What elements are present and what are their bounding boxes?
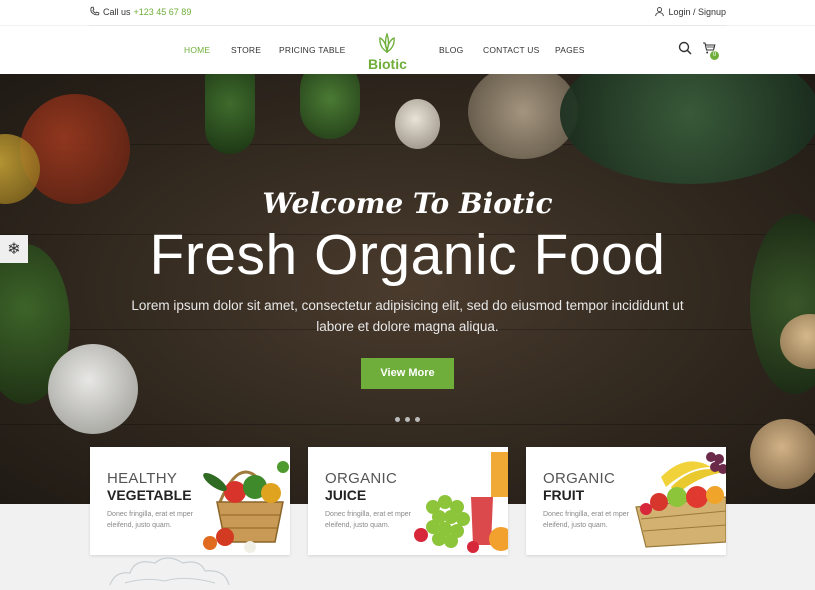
view-more-button[interactable]: View More xyxy=(361,358,454,389)
slider-dots xyxy=(395,417,420,422)
search-icon[interactable] xyxy=(678,41,692,55)
hero-title: Fresh Organic Food xyxy=(149,223,666,287)
login-signup-link[interactable]: Login / Signup xyxy=(654,6,726,17)
onion-image xyxy=(395,99,440,149)
card-text: Donec fringilla, erat et mper eleifend, … xyxy=(325,511,411,529)
nav-store[interactable]: STORE xyxy=(231,45,261,55)
nav-blog[interactable]: BLOG xyxy=(439,45,463,55)
phone-icon xyxy=(90,6,100,16)
card-text: Donec fringilla, erat et mper eleifend, … xyxy=(543,511,629,529)
nav-home[interactable]: HOME xyxy=(184,45,210,55)
card-title-bold: JUICE xyxy=(325,487,367,503)
cucumber-image xyxy=(205,74,255,154)
category-card-fruit[interactable]: ORGANIC FRUIT Donec fringilla, erat et m… xyxy=(526,447,726,555)
card-text: Donec fringilla, erat et mper eleifend, … xyxy=(107,511,193,529)
wood-plank-line xyxy=(0,424,815,425)
juice-grapes-image xyxy=(414,452,508,553)
top-bar: Call us +123 45 67 89 Login / Signup xyxy=(0,0,815,26)
slider-dot[interactable] xyxy=(415,417,420,422)
pepper-image xyxy=(300,74,360,139)
cart-count-badge: 0 xyxy=(710,51,719,60)
hero-subtitle: Welcome To Biotic xyxy=(262,187,553,220)
logo-text: Biotic xyxy=(368,56,407,72)
kale-image xyxy=(560,74,815,184)
slider-dot[interactable] xyxy=(395,417,400,422)
call-us: Call us +123 45 67 89 xyxy=(89,6,191,17)
card-title-bold: VEGETABLE xyxy=(107,487,192,503)
card-title-light: ORGANIC xyxy=(325,470,398,487)
slider-dot[interactable] xyxy=(405,417,410,422)
garlic-image xyxy=(48,344,138,434)
login-label: Login / Signup xyxy=(668,6,726,17)
potato-image-2 xyxy=(750,419,815,489)
user-icon xyxy=(655,7,665,17)
call-label: Call us xyxy=(103,6,131,17)
leaf-logo-icon xyxy=(379,32,395,54)
card-title-light: HEALTHY xyxy=(107,470,178,487)
top-bar-inner: Call us +123 45 67 89 Login / Signup xyxy=(89,0,726,26)
hero-description: Lorem ipsum dolor sit amet, consectetur … xyxy=(131,298,684,334)
category-card-juice[interactable]: ORGANIC JUICE Donec fringilla, erat et m… xyxy=(308,447,508,555)
fruit-basket-image xyxy=(635,452,726,548)
nav-pricing-table[interactable]: PRICING TABLE xyxy=(279,45,346,55)
category-card-vegetable[interactable]: HEALTHY VEGETABLE Donec fringilla, erat … xyxy=(90,447,290,555)
decorative-sketch xyxy=(109,557,230,586)
nav-pages[interactable]: PAGES xyxy=(555,45,585,55)
hero-slider: ❄ Welcome To Biotic Fresh Organic Food L… xyxy=(0,74,815,504)
phone-number[interactable]: +123 45 67 89 xyxy=(134,7,192,17)
card-title-bold: FRUIT xyxy=(543,487,585,503)
logo[interactable]: Biotic xyxy=(368,32,407,72)
main-nav: HOME STORE PRICING TABLE Biotic BLOG CON… xyxy=(0,26,815,74)
nav-contact-us[interactable]: CONTACT US xyxy=(483,45,539,55)
card-title-light: ORGANIC xyxy=(543,470,616,487)
vegetable-basket-image xyxy=(203,461,289,553)
